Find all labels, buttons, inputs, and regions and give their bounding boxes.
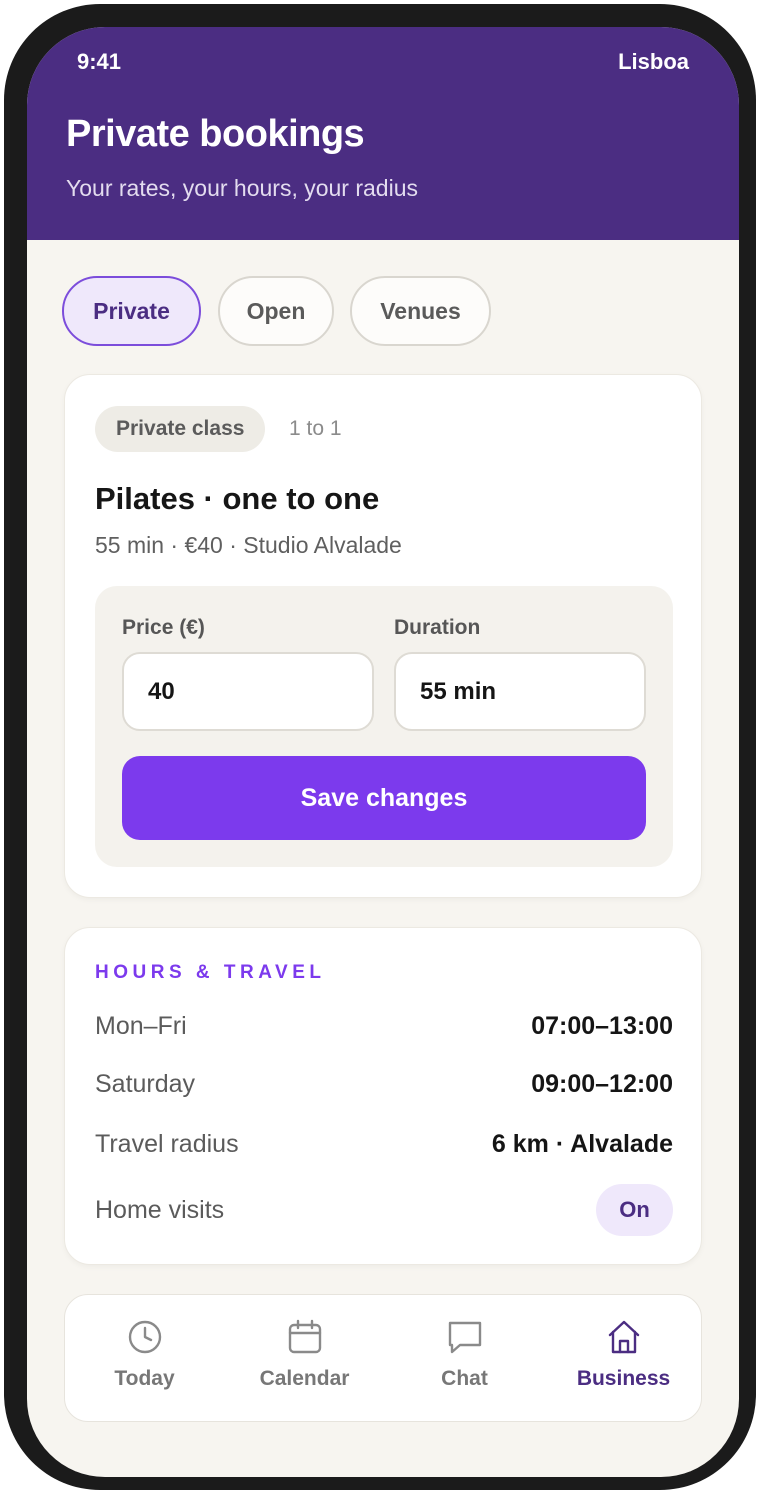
class-meta: 55 min · €40 · Studio Alvalade: [95, 532, 402, 558]
duration-input[interactable]: 55 min: [394, 652, 646, 731]
segment-venues[interactable]: Venues: [350, 276, 491, 346]
hours-row-value: 09:00–12:00: [531, 1070, 673, 1098]
tab-today[interactable]: Today: [65, 1295, 224, 1423]
travel-radius-value: 6 km · Alvalade: [491, 1130, 673, 1158]
clock-icon: [128, 1320, 161, 1354]
status-location: Lisboa: [618, 49, 689, 74]
hours-travel-card: HOURS & TRAVEL Mon–Fri 07:00–13:00 Satur…: [64, 927, 702, 1265]
segment-private[interactable]: Private: [62, 276, 201, 346]
section-label: HOURS & TRAVEL: [95, 962, 326, 983]
class-badge: Private class: [95, 406, 266, 452]
page-subtitle: Your rates, your hours, your radius: [66, 175, 418, 201]
tab-chat[interactable]: Chat: [385, 1295, 544, 1423]
tab-label: Business: [576, 1367, 671, 1390]
home-visits-toggle[interactable]: On: [596, 1184, 673, 1236]
tab-bar: Today Calendar Chat Business: [64, 1294, 702, 1422]
app-screen: 9:41 Lisboa Private bookings Your rates,…: [27, 27, 739, 1477]
travel-radius-label: Travel radius: [95, 1130, 239, 1158]
page-title: Private bookings: [66, 113, 365, 155]
storefront-icon: [608, 1320, 639, 1354]
edit-panel: Price (€) Duration 40 55 min Save change…: [95, 586, 673, 867]
hours-row-value: 07:00–13:00: [531, 1012, 673, 1040]
chat-bubble-icon: [448, 1321, 481, 1354]
tab-calendar[interactable]: Calendar: [225, 1295, 384, 1423]
class-type: 1 to 1: [289, 417, 342, 440]
price-input[interactable]: 40: [122, 652, 374, 731]
tab-business[interactable]: Business: [544, 1295, 703, 1423]
header: 9:41 Lisboa Private bookings Your rates,…: [27, 27, 739, 240]
home-visits-label: Home visits: [95, 1196, 225, 1224]
tab-label: Chat: [441, 1367, 488, 1390]
hours-row-label: Mon–Fri: [95, 1012, 187, 1040]
hours-row-label: Saturday: [95, 1070, 196, 1098]
phone-frame: 9:41 Lisboa Private bookings Your rates,…: [4, 4, 756, 1490]
duration-label: Duration: [394, 616, 481, 639]
save-changes-button[interactable]: Save changes: [122, 756, 646, 840]
tab-label: Calendar: [259, 1367, 350, 1390]
calendar-icon: [288, 1319, 321, 1354]
status-time: 9:41: [77, 49, 122, 74]
tab-label: Today: [114, 1367, 175, 1390]
segment-open[interactable]: Open: [218, 276, 334, 346]
class-title: Pilates · one to one: [95, 481, 380, 516]
price-label: Price (€): [122, 616, 205, 639]
private-class-card: Private class 1 to 1 Pilates · one to on…: [64, 374, 702, 898]
